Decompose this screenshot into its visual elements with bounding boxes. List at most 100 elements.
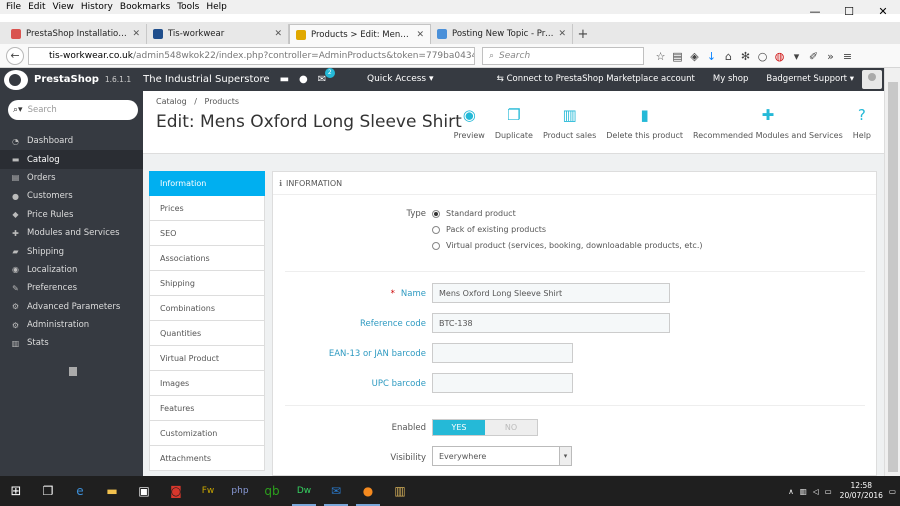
tray-chevron-icon[interactable]: ∧ — [788, 487, 794, 496]
quick-access-menu[interactable]: Quick Access ▾ — [367, 74, 434, 84]
sidebar-collapse-toggle[interactable] — [69, 367, 77, 376]
sidebar-item-modules[interactable]: ✚ Modules and Services — [0, 224, 143, 242]
breadcrumb-catalog[interactable]: Catalog — [156, 97, 187, 106]
browser-tab-active[interactable]: Products > Edit: Mens Oxf... ✕ — [289, 24, 431, 44]
marketplace-link[interactable]: ⇆ Connect to PrestaShop Marketplace acco… — [497, 74, 695, 84]
tab-prices[interactable]: Prices — [149, 196, 265, 221]
tab-associations[interactable]: Associations — [149, 246, 265, 271]
new-tab-button[interactable]: + — [573, 24, 593, 44]
close-window-button[interactable]: ✕ — [866, 0, 900, 22]
my-shop-link[interactable]: My shop — [713, 74, 748, 84]
browser-tab[interactable]: Posting New Topic - Prest... ✕ — [431, 24, 573, 44]
minimize-button[interactable]: — — [798, 0, 832, 22]
tab-information[interactable]: Information — [149, 171, 265, 196]
upc-input[interactable] — [432, 373, 573, 393]
avatar[interactable] — [862, 70, 882, 89]
notifications-icon[interactable]: ▭ — [889, 487, 896, 496]
enabled-switch[interactable]: YES NO — [432, 419, 538, 436]
reference-input[interactable]: BTC-138 — [432, 313, 670, 333]
sidebar-item-price-rules[interactable]: ◆ Price Rules — [0, 206, 143, 224]
duplicate-button[interactable]: ❐ Duplicate — [490, 106, 538, 140]
tab-attachments[interactable]: Attachments — [149, 446, 265, 471]
menu-tools[interactable]: Tools — [177, 2, 199, 12]
enabled-yes-option[interactable]: YES — [433, 420, 485, 435]
clock[interactable]: 12:58 20/07/2016 — [840, 481, 883, 501]
keyboard-icon[interactable]: ▭ — [825, 487, 832, 496]
customer-icon[interactable]: ● — [299, 74, 308, 85]
browser-tab[interactable]: PrestaShop Installation As... ✕ — [5, 24, 147, 44]
tab-seo[interactable]: SEO — [149, 221, 265, 246]
menu-help[interactable]: Help — [206, 2, 227, 12]
scrollbar-thumb[interactable] — [888, 82, 898, 472]
radio-standard-product[interactable]: Standard product — [432, 209, 516, 218]
addon-icon[interactable]: ◍ — [771, 50, 788, 63]
extension-icon[interactable]: ✐ — [805, 50, 822, 63]
sidebar-item-preferences[interactable]: ✎ Preferences — [0, 279, 143, 297]
browser-tab[interactable]: Tis-workwear ✕ — [147, 24, 289, 44]
radio-virtual-product[interactable]: Virtual product (services, booking, down… — [432, 241, 702, 250]
sidebar-item-catalog[interactable]: ▬ Catalog — [0, 150, 143, 169]
name-input[interactable]: Mens Oxford Long Sleeve Shirt — [432, 283, 670, 303]
quickbooks-icon[interactable]: qb — [256, 476, 288, 506]
visibility-select[interactable]: Everywhere ▾ — [432, 446, 572, 466]
page-scrollbar[interactable] — [884, 68, 900, 476]
close-tab-icon[interactable]: ✕ — [274, 29, 282, 39]
menu-bookmarks[interactable]: Bookmarks — [120, 2, 170, 12]
tab-virtual-product[interactable]: Virtual Product — [149, 346, 265, 371]
tab-features[interactable]: Features — [149, 396, 265, 421]
store-icon[interactable]: ▣ — [128, 476, 160, 506]
close-tab-icon[interactable]: ✕ — [558, 29, 566, 39]
sidebar-item-customers[interactable]: ● Customers — [0, 187, 143, 205]
volume-icon[interactable]: ◁ — [813, 487, 819, 496]
menu-edit[interactable]: Edit — [28, 2, 45, 12]
sidebar-item-shipping[interactable]: ▰ Shipping — [0, 242, 143, 260]
app-red-icon[interactable]: ◙ — [160, 476, 192, 506]
edge-icon[interactable]: e — [64, 476, 96, 506]
sidebar-item-dashboard[interactable]: ◔ Dashboard — [0, 132, 143, 150]
menu-history[interactable]: History — [81, 2, 113, 12]
network-icon[interactable]: ▥ — [800, 487, 807, 496]
store-name[interactable]: The Industrial Superstore — [143, 74, 269, 85]
enabled-no-option[interactable]: NO — [485, 420, 537, 435]
documents-icon[interactable]: ▥ — [384, 476, 416, 506]
maximize-button[interactable]: ☐ — [832, 0, 866, 22]
url-bar[interactable]: tis-workwear.co.uk/admin548wkok22/index.… — [28, 47, 475, 65]
sidebar-item-orders[interactable]: ▤ Orders — [0, 169, 143, 187]
close-tab-icon[interactable]: ✕ — [416, 30, 424, 40]
recommended-modules-button[interactable]: ✚ Recommended Modules and Services — [688, 106, 848, 140]
ean-input[interactable] — [432, 343, 573, 363]
home-icon[interactable]: ⌂ — [720, 50, 737, 63]
messages-icon[interactable]: ✉ 2 — [318, 68, 335, 85]
hamburger-menu-icon[interactable]: ≡ — [839, 50, 856, 63]
cart-icon[interactable]: ▬ — [280, 74, 289, 85]
sidebar-item-stats[interactable]: ▥ Stats — [0, 334, 143, 352]
sidebar-item-localization[interactable]: ◉ Localization — [0, 261, 143, 279]
reading-list-icon[interactable]: ▤ — [669, 50, 686, 63]
delete-product-button[interactable]: ▮ Delete this product — [601, 106, 688, 140]
file-explorer-icon[interactable]: ▬ — [96, 476, 128, 506]
tab-quantities[interactable]: Quantities — [149, 321, 265, 346]
outlook-icon[interactable]: ✉ — [320, 476, 352, 506]
search-bar[interactable]: ⌕ Search — [482, 47, 644, 65]
pocket-icon[interactable]: ◈ — [686, 50, 703, 63]
sidebar-item-administration[interactable]: ⚙ Administration — [0, 316, 143, 334]
php-editor-icon[interactable]: php — [224, 476, 256, 506]
dreamweaver-icon[interactable]: Dw — [288, 476, 320, 506]
back-button[interactable]: ← — [6, 46, 24, 65]
tab-customization[interactable]: Customization — [149, 421, 265, 446]
start-button[interactable]: ⊞ — [0, 476, 32, 506]
menu-view[interactable]: View — [53, 2, 74, 12]
tab-combinations[interactable]: Combinations — [149, 296, 265, 321]
user-menu[interactable]: Badgernet Support ▾ — [766, 74, 854, 84]
menu-file[interactable]: File — [6, 2, 21, 12]
preview-button[interactable]: ◉ Preview — [449, 106, 490, 140]
sidebar-search-input[interactable]: ⌕▾ Search — [8, 100, 138, 120]
help-button[interactable]: ? Help — [848, 106, 876, 140]
firefox-icon[interactable]: ● — [352, 476, 384, 506]
fireworks-icon[interactable]: Fw — [192, 476, 224, 506]
dropdown-icon[interactable]: ▾ — [788, 50, 805, 63]
tab-shipping[interactable]: Shipping — [149, 271, 265, 296]
breadcrumb-products[interactable]: Products — [205, 97, 240, 106]
overflow-icon[interactable]: » — [822, 50, 839, 63]
sync-icon[interactable]: ✻ — [737, 50, 754, 63]
